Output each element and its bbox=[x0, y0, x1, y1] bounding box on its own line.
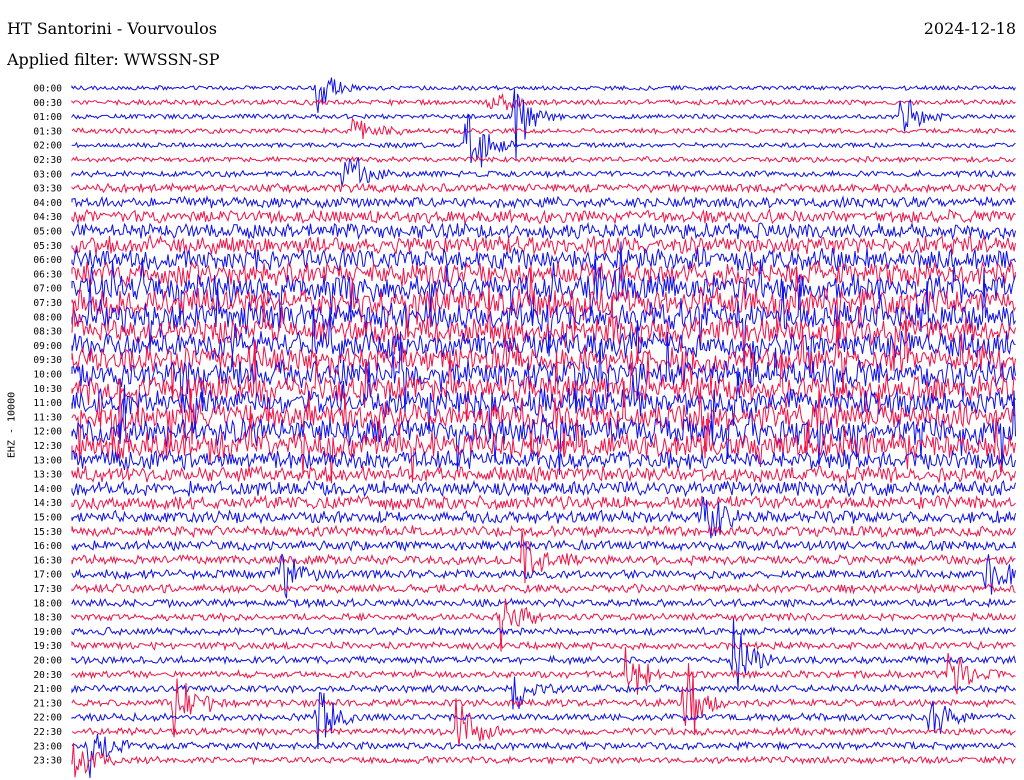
seismogram-trace bbox=[71, 733, 1016, 779]
seismogram-trace bbox=[71, 597, 1016, 609]
seismogram-trace bbox=[71, 88, 1016, 160]
time-tick-label: 04:30 bbox=[33, 212, 62, 223]
time-tick-label: 19:00 bbox=[33, 627, 62, 638]
seismogram-trace bbox=[71, 465, 1016, 485]
time-tick-label: 18:30 bbox=[33, 613, 62, 624]
time-tick-label: 11:00 bbox=[33, 398, 62, 409]
time-tick-label: 08:00 bbox=[33, 312, 62, 323]
seismogram-trace bbox=[71, 618, 1016, 689]
seismogram-trace bbox=[71, 92, 1016, 111]
time-tick-label: 21:30 bbox=[33, 698, 62, 709]
time-tick-label: 16:00 bbox=[33, 541, 62, 552]
time-tick-label: 01:30 bbox=[33, 126, 62, 137]
seismogram-trace bbox=[71, 195, 1016, 210]
seismogram-trace bbox=[71, 479, 1016, 498]
time-tick-label: 06:30 bbox=[33, 269, 62, 280]
time-tick-label: 23:30 bbox=[33, 756, 62, 767]
time-tick-label: 17:30 bbox=[33, 584, 62, 595]
time-tick-label: 02:30 bbox=[33, 155, 62, 166]
time-tick-label: 00:00 bbox=[33, 84, 62, 95]
seismogram-trace bbox=[71, 117, 1016, 140]
time-tick-label: 12:30 bbox=[33, 441, 62, 452]
seismogram-traces bbox=[71, 77, 1016, 779]
time-tick-label: 12:00 bbox=[33, 427, 62, 438]
seismogram-trace bbox=[71, 647, 1016, 695]
seismogram-trace bbox=[71, 626, 1016, 637]
time-tick-label: 22:30 bbox=[33, 727, 62, 738]
seismogram-trace bbox=[71, 524, 1016, 539]
time-tick-label: 01:00 bbox=[33, 112, 62, 123]
seismogram-trace bbox=[71, 698, 1016, 747]
time-tick-label: 11:30 bbox=[33, 412, 62, 423]
seismogram-trace bbox=[71, 77, 1016, 113]
time-tick-label: 22:00 bbox=[33, 713, 62, 724]
time-tick-label: 16:30 bbox=[33, 555, 62, 566]
time-tick-label: 07:30 bbox=[33, 298, 62, 309]
time-tick-label: 10:30 bbox=[33, 384, 62, 395]
time-tick-label: 18:00 bbox=[33, 598, 62, 609]
time-tick-label: 10:00 bbox=[33, 370, 62, 381]
seismogram-trace bbox=[71, 233, 1016, 257]
time-tick-label: 15:30 bbox=[33, 527, 62, 538]
time-tick-label: 13:00 bbox=[33, 455, 62, 466]
time-tick-label: 14:00 bbox=[33, 484, 62, 495]
time-tick-label: 09:30 bbox=[33, 355, 62, 366]
time-tick-label: 02:00 bbox=[33, 141, 62, 152]
time-tick-label: 14:30 bbox=[33, 498, 62, 509]
seismogram-trace bbox=[71, 208, 1016, 225]
time-tick-label: 08:30 bbox=[33, 327, 62, 338]
seismogram-trace bbox=[71, 494, 1016, 511]
time-tick-label: 17:00 bbox=[33, 570, 62, 581]
seismogram-trace bbox=[71, 157, 1016, 187]
time-tick-label: 13:30 bbox=[33, 470, 62, 481]
time-tick-label: 20:00 bbox=[33, 656, 62, 667]
time-tick-label: 04:00 bbox=[33, 198, 62, 209]
time-tick-label: 20:30 bbox=[33, 670, 62, 681]
time-tick-label: 19:30 bbox=[33, 641, 62, 652]
seismogram-trace bbox=[71, 182, 1016, 194]
time-tick-label: 03:00 bbox=[33, 169, 62, 180]
seismogram-trace bbox=[71, 598, 1016, 652]
seismogram-trace bbox=[71, 640, 1016, 652]
time-tick-label: 21:00 bbox=[33, 684, 62, 695]
seismogram-trace bbox=[71, 221, 1016, 241]
seismogram-trace bbox=[71, 155, 1016, 164]
time-tick-label: 23:00 bbox=[33, 741, 62, 752]
time-tick-label: 05:30 bbox=[33, 241, 62, 252]
seismogram-plot: 00:00 00:30 01:00 01:30 02:00 02:30 03:00 03:30… bbox=[33, 77, 1016, 779]
seismogram-trace bbox=[71, 538, 1016, 553]
seismogram-trace bbox=[71, 742, 1016, 778]
time-tick-label: 07:00 bbox=[33, 284, 62, 295]
seismogram-trace bbox=[71, 582, 1016, 595]
time-tick-label: 03:30 bbox=[33, 184, 62, 195]
time-tick-labels: 00:00 00:30 01:00 01:30 02:00 02:30 03:00 03:30… bbox=[33, 84, 62, 767]
time-tick-label: 06:00 bbox=[33, 255, 62, 266]
time-tick-label: 15:00 bbox=[33, 513, 62, 524]
time-tick-label: 05:00 bbox=[33, 227, 62, 238]
time-tick-label: 09:00 bbox=[33, 341, 62, 352]
time-tick-label: 00:30 bbox=[33, 98, 62, 109]
